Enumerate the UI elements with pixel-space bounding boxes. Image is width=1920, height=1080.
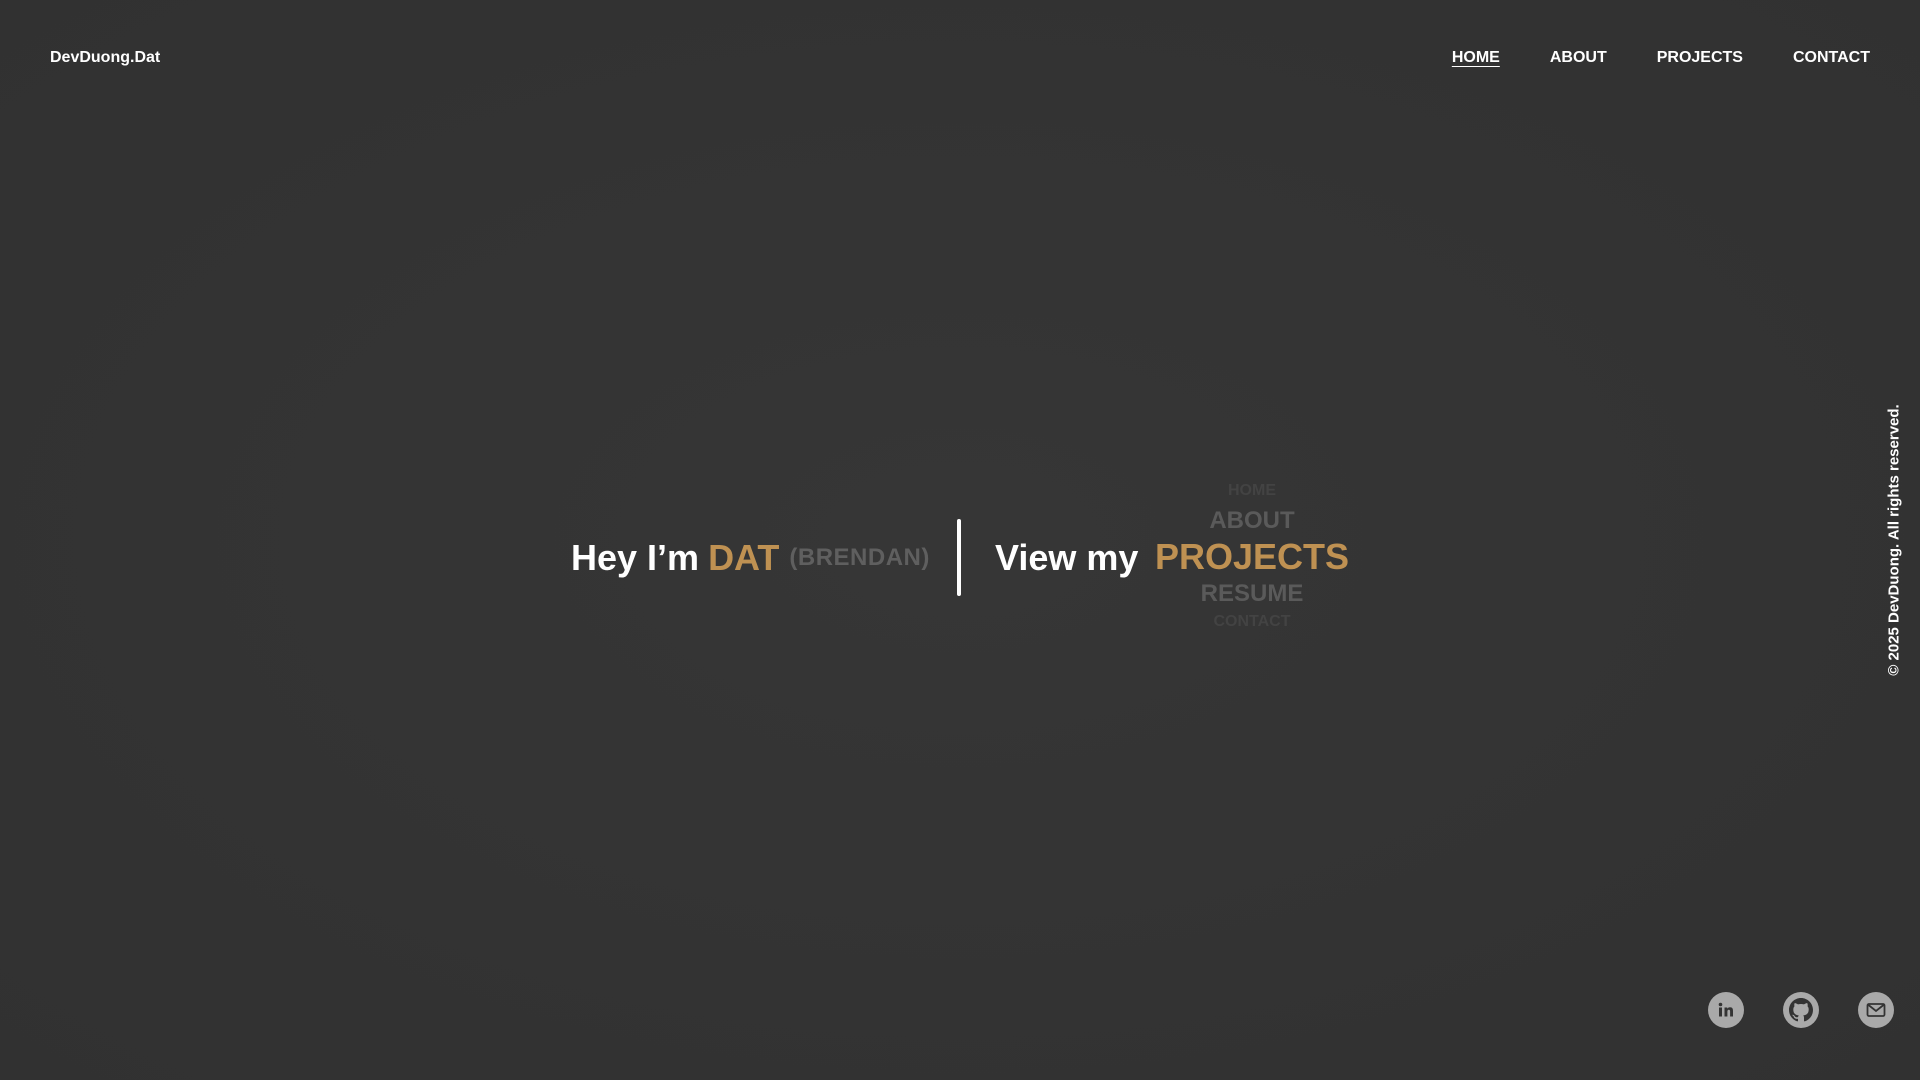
- main-nav: HOME ABOUT PROJECTS CONTACT: [1452, 48, 1870, 68]
- hero-intro: Hey I’m DAT (BRENDAN): [571, 534, 930, 582]
- email-icon: [1866, 1002, 1886, 1018]
- hero-divider: [957, 519, 961, 596]
- nav-home-link[interactable]: HOME: [1452, 48, 1500, 68]
- linkedin-icon: [1716, 1000, 1736, 1020]
- hero-greeting: Hey I’m: [571, 537, 700, 578]
- linkedin-button[interactable]: [1708, 992, 1744, 1028]
- hero-view: View my: [995, 534, 1138, 582]
- nav-contact-link[interactable]: CONTACT: [1793, 48, 1870, 68]
- wheel-item-resume[interactable]: RESUME: [1201, 580, 1304, 608]
- github-button[interactable]: [1783, 992, 1819, 1028]
- site-logo[interactable]: DevDuong.Dat: [50, 48, 160, 68]
- social-links: [0, 992, 1920, 1028]
- github-icon: [1783, 992, 1819, 1028]
- wheel-item-home[interactable]: HOME: [1228, 482, 1276, 500]
- nav-about-link[interactable]: ABOUT: [1550, 48, 1607, 68]
- wheel-item-projects-selected[interactable]: PROJECTS: [1155, 536, 1349, 578]
- copyright-text: © 2025 DevDuong. All rights reserved.: [1885, 404, 1903, 676]
- wheel-item-contact[interactable]: CONTACT: [1213, 613, 1290, 631]
- hero-nickname: (BRENDAN): [789, 544, 930, 571]
- wheel-item-about[interactable]: ABOUT: [1209, 507, 1294, 535]
- hero-view-label: View my: [995, 537, 1139, 578]
- email-button[interactable]: [1858, 992, 1894, 1028]
- hero-name: DAT: [708, 537, 780, 578]
- page: DevDuong.Dat HOME ABOUT PROJECTS CONTACT…: [0, 0, 1920, 1080]
- nav-projects-link[interactable]: PROJECTS: [1657, 48, 1743, 68]
